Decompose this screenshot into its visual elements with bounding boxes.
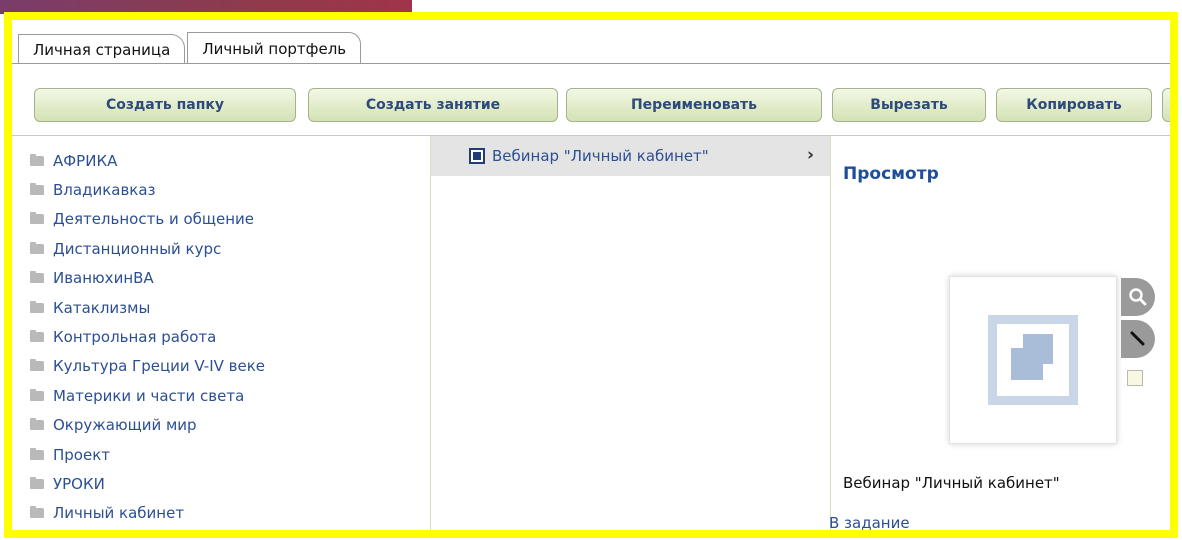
copy-button[interactable]: Копировать <box>996 88 1152 122</box>
magnifier-icon[interactable] <box>1121 278 1155 316</box>
folder-item[interactable]: Материки и части света <box>30 381 430 410</box>
folder-label: Владикавказ <box>53 181 156 200</box>
folder-label: Дистанционный курс <box>53 239 222 258</box>
folder-icon <box>30 241 44 254</box>
folder-label: АФРИКА <box>53 151 118 170</box>
folder-item[interactable]: Катаклизмы <box>30 293 430 322</box>
folder-item[interactable]: Контрольная работа <box>30 322 430 351</box>
folder-label: ИванюхинВА <box>53 269 154 288</box>
folder-icon <box>30 447 44 460</box>
chevron-right-icon[interactable]: › <box>807 145 814 165</box>
folder-item[interactable]: АФРИКА <box>30 146 430 175</box>
highlight-frame: Личная страница Личный портфель Создать … <box>4 12 1178 538</box>
folder-label: Материки и части света <box>53 386 245 405</box>
selected-webinar-item[interactable]: Вебинар "Личный кабинет" › <box>431 136 830 176</box>
pencil-icon[interactable] <box>1121 320 1155 358</box>
folder-item[interactable]: УРОКИ <box>30 469 430 498</box>
tab-label: Личная страница <box>33 40 171 59</box>
folder-label: Личный кабинет <box>53 504 185 523</box>
folder-icon <box>30 183 44 196</box>
folder-icon <box>30 271 44 284</box>
folder-icon <box>30 330 44 343</box>
folder-item[interactable]: Личный кабинет <box>30 499 430 528</box>
folder-contents: Вебинар "Личный кабинет" › <box>431 136 830 530</box>
webinar-thumbnail-icon <box>988 315 1078 405</box>
folder-label: УРОКИ <box>53 474 105 493</box>
folder-label: Катаклизмы <box>53 298 151 317</box>
folder-icon <box>30 300 44 313</box>
folder-label: Проект <box>53 445 111 464</box>
create-lesson-button[interactable]: Создать занятие <box>308 88 558 122</box>
assign-link[interactable]: В задание <box>829 514 910 530</box>
preview-tools <box>1121 276 1155 386</box>
tab-personal-portfolio[interactable]: Личный портфель <box>187 32 362 64</box>
folder-item[interactable]: Культура Греции V-IV веке <box>30 352 430 381</box>
folder-label: Культура Греции V-IV веке <box>53 357 266 376</box>
preview-title: Просмотр <box>843 164 939 184</box>
create-folder-button[interactable]: Создать папку <box>34 88 296 122</box>
folder-item[interactable]: Владикавказ <box>30 175 430 204</box>
folder-label: Деятельность и общение <box>53 210 255 229</box>
folder-item[interactable]: Деятельность и общение <box>30 205 430 234</box>
folder-icon <box>30 476 44 489</box>
rename-button[interactable]: Переименовать <box>566 88 822 122</box>
thumbnail-square-front <box>1011 348 1043 380</box>
folder-label: Окружающий мир <box>53 416 197 435</box>
cut-button[interactable]: Вырезать <box>832 88 986 122</box>
folder-item[interactable]: Дистанционный курс <box>30 234 430 263</box>
folder-icon <box>30 506 44 519</box>
preview-caption: Вебинар "Личный кабинет" <box>843 474 1060 492</box>
tab-personal-page[interactable]: Личная страница <box>18 34 186 64</box>
folder-item[interactable]: Проект <box>30 440 430 469</box>
folder-label: Контрольная работа <box>53 328 217 347</box>
folder-icon <box>30 388 44 401</box>
select-checkbox[interactable] <box>1127 370 1143 386</box>
folder-item[interactable]: ИванюхинВА <box>30 264 430 293</box>
preview-thumbnail[interactable] <box>949 276 1117 444</box>
tab-label: Личный портфель <box>202 39 347 58</box>
tab-bar: Личная страница Личный портфель <box>18 32 362 64</box>
preview-pane: Просмотр Вебинар "Личный кабинет" В зада… <box>829 136 1170 530</box>
folder-icon <box>30 212 44 225</box>
folder-icon <box>30 359 44 372</box>
webinar-icon <box>469 148 485 164</box>
toolbar: Создать папку Создать занятие Переименов… <box>12 64 1170 136</box>
folder-icon <box>30 418 44 431</box>
folder-icon <box>30 153 44 166</box>
folder-list: АФРИКА Владикавказ Деятельность и общени… <box>30 146 430 528</box>
webinar-item-label: Вебинар "Личный кабинет" <box>492 147 709 165</box>
folder-item[interactable]: Окружающий мир <box>30 411 430 440</box>
toolbar-next-button[interactable] <box>1162 88 1170 122</box>
